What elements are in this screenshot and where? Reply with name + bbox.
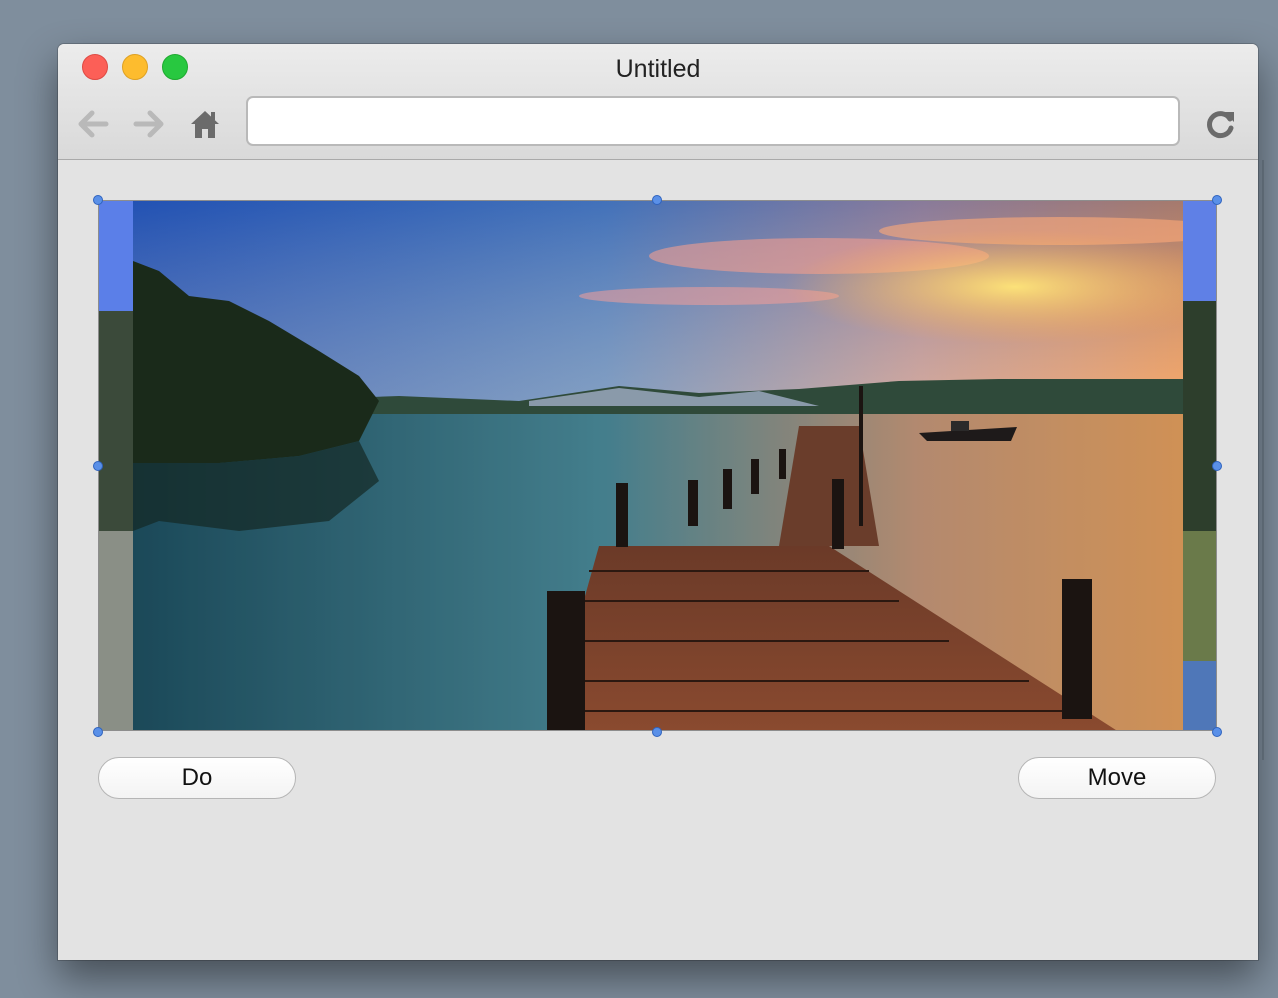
resize-handle-bottom-right[interactable] (1212, 727, 1222, 737)
image-view[interactable] (98, 200, 1217, 731)
browser-window: Untitled Do Move (58, 44, 1258, 960)
resize-handle-right[interactable] (1212, 461, 1222, 471)
window-title: Untitled (615, 55, 701, 83)
resize-handle-top-left[interactable] (93, 195, 103, 205)
resize-handle-left[interactable] (93, 461, 103, 471)
back-button[interactable] (73, 104, 113, 144)
do-button[interactable]: Do (98, 757, 296, 799)
resize-handle-top-right[interactable] (1212, 195, 1222, 205)
resize-handle-bottom[interactable] (652, 727, 662, 737)
title-toolbar: Untitled (58, 44, 1258, 160)
reload-button[interactable] (1201, 104, 1241, 144)
arrow-right-icon (133, 110, 164, 138)
home-icon (191, 111, 219, 138)
pier-sunset-photo (99, 201, 1216, 730)
resize-handle-top[interactable] (652, 195, 662, 205)
forward-button[interactable] (129, 104, 169, 144)
resize-handle-bottom-left[interactable] (93, 727, 103, 737)
reload-icon (1207, 111, 1234, 139)
url-input[interactable] (246, 96, 1180, 146)
arrow-left-icon (78, 110, 109, 138)
move-button[interactable]: Move (1018, 757, 1216, 799)
home-button[interactable] (185, 104, 225, 144)
background-window-edge (1262, 160, 1264, 760)
